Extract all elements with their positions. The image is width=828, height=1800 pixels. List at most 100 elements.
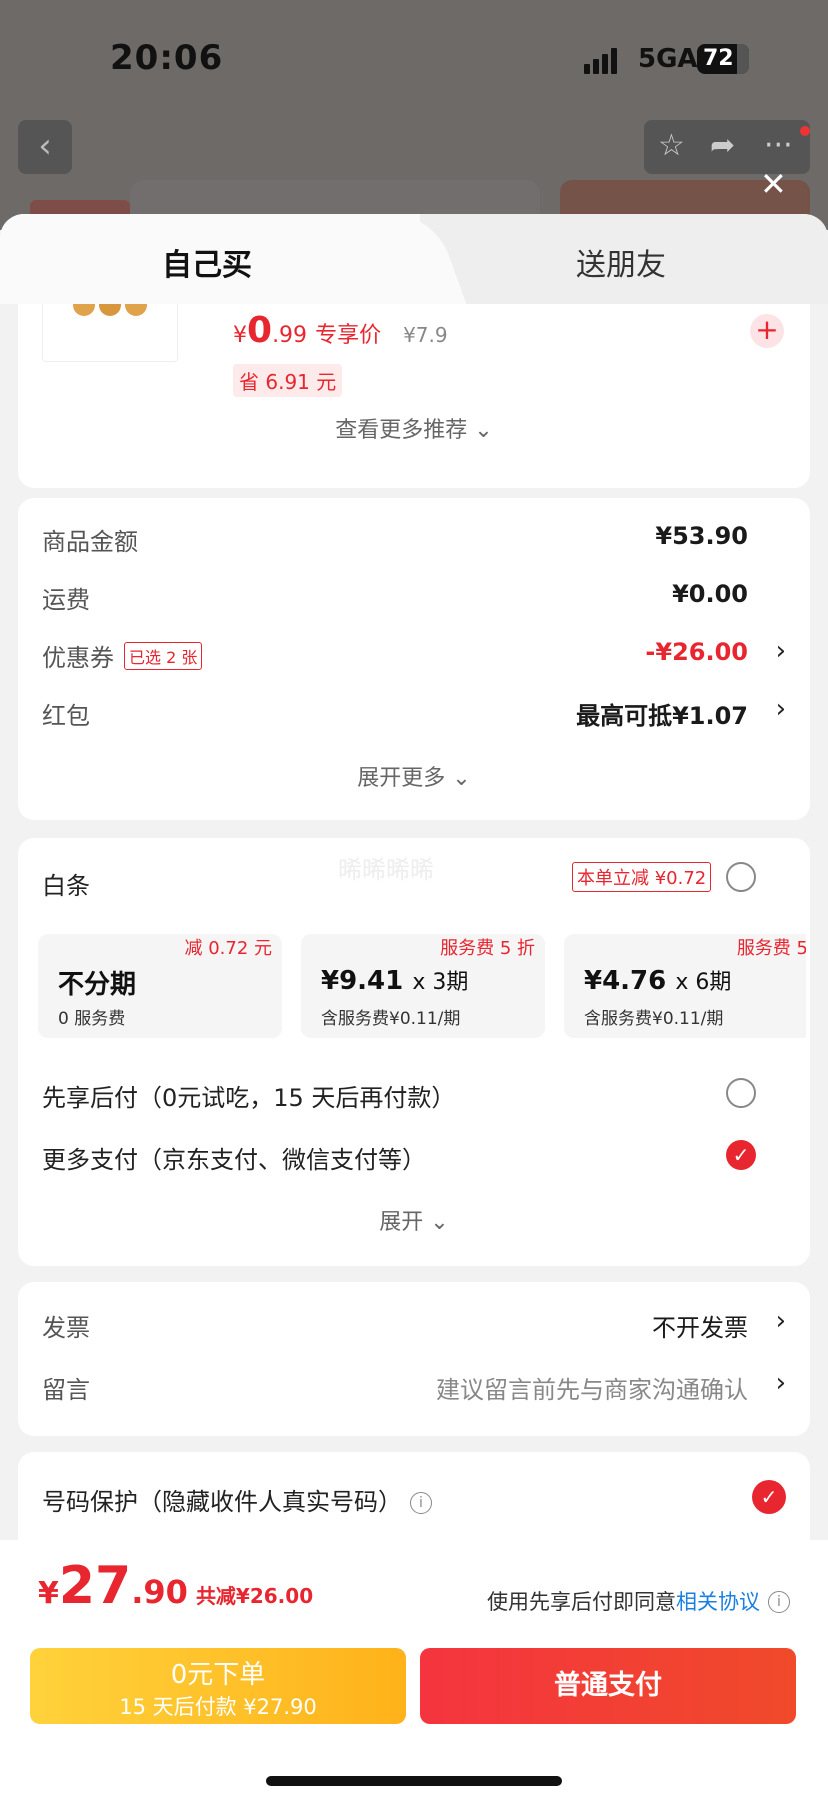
pay-later-radio[interactable] — [726, 1078, 756, 1108]
coupon-label: 优惠券 — [42, 644, 114, 672]
battery-icon: 72 — [697, 44, 749, 74]
agreement-link[interactable]: 相关协议 — [676, 1590, 760, 1614]
original-price: ¥7.9 — [403, 323, 448, 347]
summary-row-goods: 商品金额 ¥53.90 — [42, 522, 786, 562]
note-placeholder: 建议留言前先与商家沟通确认 — [436, 1376, 748, 1404]
chevron-down-icon: ⌄ — [452, 766, 471, 791]
info-icon[interactable]: i — [410, 1492, 432, 1514]
info-icon[interactable]: i — [768, 1591, 790, 1613]
row-value: ¥53.90 — [655, 522, 748, 550]
agreement-label: 使用先享后付即同意 — [487, 1590, 676, 1614]
privacy-checkbox-checked[interactable]: ✓ — [752, 1480, 786, 1514]
plan-tag: 服务费 5 — [736, 938, 806, 959]
plan-tag: 减 0.72 元 — [184, 938, 272, 959]
plan-amount: 不分期 — [58, 970, 137, 1000]
chevron-right-icon: › — [775, 1306, 786, 1336]
chevron-down-icon: ⌄ — [430, 1210, 449, 1235]
baitiao-radio[interactable] — [726, 862, 756, 892]
row-value: ¥0.00 — [672, 580, 748, 608]
tab-buy-self[interactable]: 自己买 — [162, 240, 252, 284]
notification-dot — [800, 126, 810, 136]
plus-icon: + — [755, 313, 779, 346]
tab-bar: 自己买 送朋友 — [0, 214, 828, 304]
expand-more-link[interactable]: 展开更多 ⌄ — [18, 760, 810, 792]
price-integer: 0 — [247, 310, 273, 351]
watermark: 晞晞晞晞 — [338, 856, 434, 884]
baitiao-label: 白条 — [42, 872, 90, 900]
plan-option[interactable]: 服务费 5 ¥4.76 x 6期 含服务费¥0.11/期 — [564, 934, 806, 1038]
total-decimal: .90 — [131, 1573, 188, 1611]
plan-fee: 0 服务费 — [58, 1009, 126, 1029]
recommend-price: ¥0.99 专享价 ¥7.9 — [233, 310, 448, 351]
more-payment-radio-checked[interactable]: ✓ — [726, 1140, 756, 1170]
status-time: 20:06 — [110, 38, 224, 78]
total-price: ¥27.90 共减¥26.00 — [38, 1556, 313, 1616]
summary-row-redpacket[interactable]: 红包 最高可抵¥1.07 › — [42, 694, 786, 736]
status-bar: 20:06 5GA 72 — [0, 0, 828, 110]
signal-icon — [584, 46, 626, 74]
privacy-label: 号码保护（隐藏收件人真实号码） i — [42, 1482, 432, 1517]
more-icon[interactable]: ··· — [764, 128, 793, 163]
chevron-right-icon: › — [775, 694, 786, 724]
row-label: 运费 — [42, 586, 90, 614]
plan-option[interactable]: 服务费 5 折 ¥9.41 x 3期 含服务费¥0.11/期 — [301, 934, 545, 1038]
plan-fee: 含服务费¥0.11/期 — [584, 1009, 724, 1029]
more-payment-option[interactable]: 更多支付（京东支付、微信支付等） — [42, 1140, 426, 1175]
more-recommend-label: 查看更多推荐 — [335, 418, 468, 443]
invoice-value: 不开发票 — [652, 1314, 748, 1342]
plan-option[interactable]: 减 0.72 元 不分期 0 服务费 — [38, 934, 282, 1038]
privacy-text: 号码保护（隐藏收件人真实号码） — [42, 1488, 402, 1516]
chevron-down-icon: ⌄ — [474, 418, 493, 443]
plan-title: 不分期 — [58, 964, 136, 1001]
invoice-label: 发票 — [42, 1314, 90, 1342]
plan-fee: 含服务费¥0.11/期 — [321, 1009, 461, 1029]
check-icon: ✓ — [760, 1485, 778, 1509]
chevron-right-icon: › — [775, 1368, 786, 1398]
summary-row-coupon[interactable]: 优惠券 已选 2 张 -¥26.00 › — [42, 636, 786, 678]
row-value: -¥26.00 — [645, 638, 748, 666]
note-label: 留言 — [42, 1376, 90, 1404]
plan-term: x 3期 — [412, 970, 469, 995]
price-label: 专享价 — [315, 323, 382, 348]
pay-later-button[interactable]: 0元下单 15 天后付款 ¥27.90 — [30, 1648, 406, 1724]
privacy-row: 号码保护（隐藏收件人真实号码） i — [42, 1482, 786, 1522]
plan-tag: 服务费 5 折 — [440, 938, 535, 959]
more-recommend-link[interactable]: 查看更多推荐 ⌄ — [18, 412, 810, 444]
product-thumbnail[interactable] — [42, 304, 178, 362]
note-row[interactable]: 留言 建议留言前先与商家沟通确认 › — [42, 1368, 786, 1410]
star-icon[interactable]: ☆ — [658, 128, 685, 163]
currency-symbol: ¥ — [38, 1576, 59, 1611]
summary-row-shipping: 运费 ¥0.00 — [42, 580, 786, 620]
checkout-bar: ¥27.90 共减¥26.00 使用先享后付即同意相关协议 i 0元下单 15 天后… — [0, 1540, 828, 1800]
tab-gift-friend[interactable]: 送朋友 — [576, 240, 666, 284]
row-label: 红包 — [42, 702, 90, 730]
plan-term: x 6期 — [675, 970, 732, 995]
pay-later-option[interactable]: 先享后付（0元试吃，15 天后再付款） — [42, 1078, 455, 1113]
pay-later-button-subtitle: 15 天后付款 ¥27.90 — [119, 1695, 317, 1719]
expand-payment-link[interactable]: 展开 ⌄ — [18, 1204, 810, 1236]
recommend-card: ¥0.99 专享价 ¥7.9 省 6.91 元 + 查看更多推荐 ⌄ — [18, 304, 810, 488]
order-summary-card: 商品金额 ¥53.90 运费 ¥0.00 优惠券 已选 2 张 -¥26.00 ›… — [18, 498, 810, 820]
save-badge: 省 6.91 元 — [233, 364, 343, 397]
share-icon[interactable]: ➦ — [710, 128, 735, 163]
row-value: 最高可抵¥1.07 — [576, 702, 748, 730]
add-to-order-button[interactable]: + — [750, 314, 784, 348]
plan-amount: ¥4.76 — [584, 966, 667, 996]
network-label: 5GA — [638, 44, 698, 74]
back-button[interactable]: ‹ — [18, 120, 72, 174]
row-label: 商品金额 — [42, 528, 138, 556]
coupon-count-badge: 已选 2 张 — [124, 642, 203, 670]
plan-amount: ¥9.41 — [321, 966, 404, 996]
normal-pay-button[interactable]: 普通支付 — [420, 1648, 796, 1724]
expand-payment-label: 展开 — [379, 1210, 424, 1235]
close-icon[interactable]: ✕ — [760, 168, 787, 200]
expand-more-label: 展开更多 — [357, 766, 446, 791]
pay-later-button-title: 0元下单 — [170, 1660, 266, 1690]
installment-plans: 减 0.72 元 不分期 0 服务费 服务费 5 折 ¥9.41 x 3期 含服… — [38, 934, 806, 1038]
total-integer: 27 — [58, 1556, 132, 1616]
plan-title: ¥4.76 x 6期 — [584, 964, 731, 996]
agreement-text: 使用先享后付即同意相关协议 i — [487, 1586, 790, 1616]
invoice-note-card: 发票 不开发票 › 留言 建议留言前先与商家沟通确认 › — [18, 1282, 810, 1436]
row-label: 优惠券 已选 2 张 — [42, 638, 203, 673]
invoice-row[interactable]: 发票 不开发票 › — [42, 1306, 786, 1348]
